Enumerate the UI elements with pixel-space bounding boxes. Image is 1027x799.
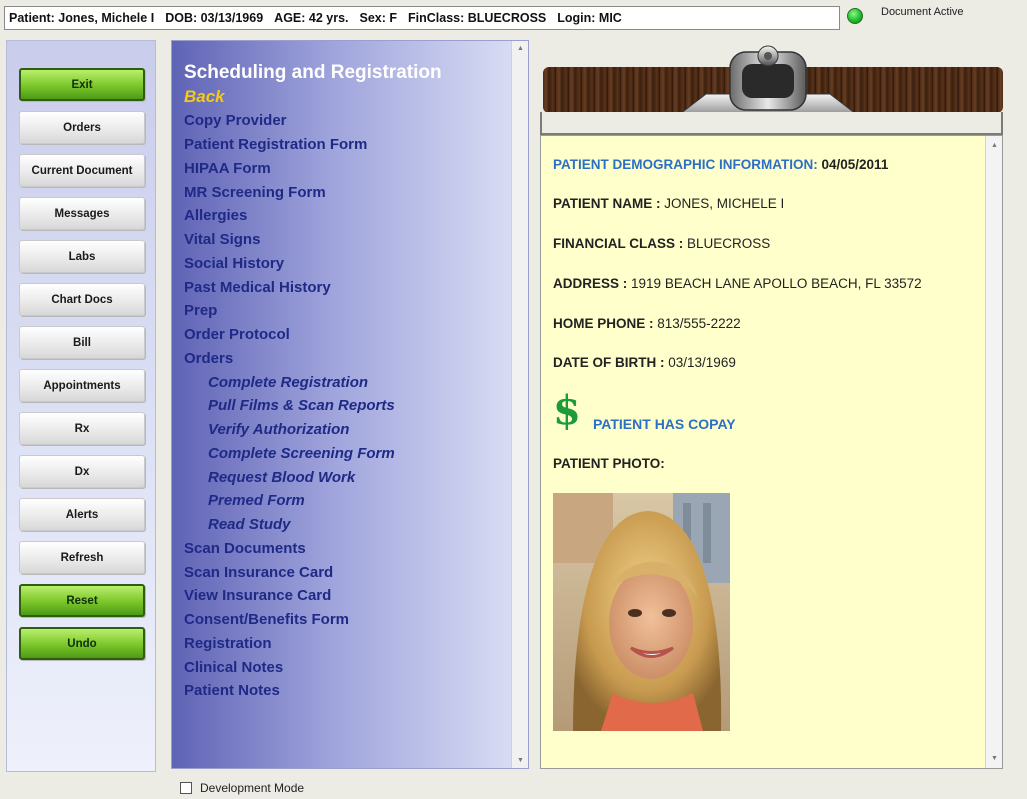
workflow-menu: Scheduling and Registration Back Copy Pr… <box>171 40 529 769</box>
alerts-button[interactable]: Alerts <box>19 498 145 531</box>
menu-subitem-complete-registration[interactable]: Complete Registration <box>208 374 368 391</box>
menu-item-prep[interactable]: Prep <box>184 302 217 319</box>
menu-item-past-medical-history[interactable]: Past Medical History <box>184 279 331 296</box>
field-label: DATE OF BIRTH : <box>553 355 665 370</box>
field-value: 813/555-2222 <box>657 316 741 331</box>
menu-subitem-verify-authorization[interactable]: Verify Authorization <box>208 421 349 438</box>
menu-item-copy-provider[interactable]: Copy Provider <box>184 112 287 129</box>
menu-item-mr-screening-form[interactable]: MR Screening Form <box>184 184 326 201</box>
development-mode-checkbox[interactable] <box>180 782 192 794</box>
status-indicator-icon <box>847 8 863 24</box>
field-value: 1919 BEACH LANE APOLLO BEACH, FL 33572 <box>631 276 922 291</box>
orders-button[interactable]: Orders <box>19 111 145 144</box>
patient-dob: DOB: 03/13/1969 <box>165 11 264 25</box>
menu-item-hipaa-form[interactable]: HIPAA Form <box>184 160 271 177</box>
reset-button[interactable]: Reset <box>19 584 145 617</box>
field-date-of-birth: DATE OF BIRTH : 03/13/1969 <box>553 355 736 370</box>
scroll-up-icon[interactable]: ▲ <box>991 142 998 149</box>
bill-button[interactable]: Bill <box>19 326 145 359</box>
field-address: ADDRESS : 1919 BEACH LANE APOLLO BEACH, … <box>553 276 922 291</box>
menu-item-scan-documents[interactable]: Scan Documents <box>184 540 306 557</box>
patient-header-bar: Patient: Jones, Michele I DOB: 03/13/196… <box>4 6 840 30</box>
menu-item-vital-signs[interactable]: Vital Signs <box>184 231 260 248</box>
field-label: PATIENT NAME : <box>553 196 661 211</box>
field-label: HOME PHONE : <box>553 316 654 331</box>
rx-button[interactable]: Rx <box>19 412 145 445</box>
appointments-button[interactable]: Appointments <box>19 369 145 402</box>
menu-item-patient-notes[interactable]: Patient Notes <box>184 682 280 699</box>
photo-label-text: PATIENT PHOTO: <box>553 456 665 471</box>
field-value: JONES, MICHELE I <box>664 196 785 211</box>
copay-notice: PATIENT HAS COPAY <box>593 416 736 432</box>
field-patient-name: PATIENT NAME : JONES, MICHELE I <box>553 196 784 211</box>
refresh-button[interactable]: Refresh <box>19 541 145 574</box>
menu-subitem-complete-screening-form[interactable]: Complete Screening Form <box>208 445 395 462</box>
menu-item-orders[interactable]: Orders <box>184 350 233 367</box>
menu-item-patient-registration-form[interactable]: Patient Registration Form <box>184 136 367 153</box>
scroll-down-icon[interactable]: ▼ <box>991 755 998 762</box>
menu-item-scan-insurance-card[interactable]: Scan Insurance Card <box>184 564 333 581</box>
patient-photo <box>553 493 730 731</box>
document-scrollbar[interactable]: ▲ ▼ <box>985 136 1002 768</box>
messages-button[interactable]: Messages <box>19 197 145 230</box>
menu-subitem-pull-films[interactable]: Pull Films & Scan Reports <box>208 397 395 414</box>
menu-subitem-read-study[interactable]: Read Study <box>208 516 291 533</box>
patient-age: AGE: 42 yrs. <box>274 11 349 25</box>
menu-item-allergies[interactable]: Allergies <box>184 207 247 224</box>
labs-button[interactable]: Labs <box>19 240 145 273</box>
dollar-sign-icon: $ <box>553 387 581 434</box>
demographic-heading-label: PATIENT DEMOGRAPHIC INFORMATION: <box>553 157 818 172</box>
field-label: ADDRESS : <box>553 276 628 291</box>
field-value: BLUECROSS <box>687 236 771 251</box>
field-label: FINANCIAL CLASS : <box>553 236 684 251</box>
demographic-date: 04/05/2011 <box>821 157 889 172</box>
patient-finclass: FinClass: BLUECROSS <box>408 11 547 25</box>
development-mode-label: Development Mode <box>200 781 305 795</box>
patient-sex: Sex: F <box>359 11 398 25</box>
field-home-phone: HOME PHONE : 813/555-2222 <box>553 316 741 331</box>
clipboard-frame <box>540 112 1003 135</box>
scroll-up-icon[interactable]: ▲ <box>517 45 524 52</box>
menu-item-view-insurance-card[interactable]: View Insurance Card <box>184 587 331 604</box>
field-value: 03/13/1969 <box>668 355 736 370</box>
development-mode-toggle[interactable]: Development Mode <box>180 781 304 795</box>
field-financial-class: FINANCIAL CLASS : BLUECROSS <box>553 236 770 251</box>
patient-demographic-document: PATIENT DEMOGRAPHIC INFORMATION: 04/05/2… <box>540 135 1003 769</box>
menu-item-social-history[interactable]: Social History <box>184 255 284 272</box>
scroll-down-icon[interactable]: ▼ <box>517 757 524 764</box>
document-status: Document Active <box>881 6 964 18</box>
patient-photo-label: PATIENT PHOTO: <box>553 456 665 471</box>
login-user: Login: MIC <box>557 11 622 25</box>
menu-item-clinical-notes[interactable]: Clinical Notes <box>184 659 283 676</box>
demographic-heading: PATIENT DEMOGRAPHIC INFORMATION: 04/05/2… <box>553 157 888 172</box>
action-button-panel: Exit Orders Current Document Messages La… <box>6 40 156 772</box>
menu-subitem-premed-form[interactable]: Premed Form <box>208 492 305 509</box>
menu-subitem-request-blood-work[interactable]: Request Blood Work <box>208 469 355 486</box>
menu-title: Scheduling and Registration <box>184 62 442 83</box>
menu-scrollbar[interactable]: ▲ ▼ <box>511 41 528 768</box>
current-document-button[interactable]: Current Document <box>19 154 145 187</box>
menu-item-order-protocol[interactable]: Order Protocol <box>184 326 290 343</box>
undo-button[interactable]: Undo <box>19 627 145 660</box>
menu-item-consent-benefits-form[interactable]: Consent/Benefits Form <box>184 611 349 628</box>
exit-button[interactable]: Exit <box>19 68 145 101</box>
menu-back-link[interactable]: Back <box>184 87 225 107</box>
menu-item-registration[interactable]: Registration <box>184 635 272 652</box>
dx-button[interactable]: Dx <box>19 455 145 488</box>
chart-docs-button[interactable]: Chart Docs <box>19 283 145 316</box>
patient-name: Patient: Jones, Michele I <box>9 11 155 25</box>
